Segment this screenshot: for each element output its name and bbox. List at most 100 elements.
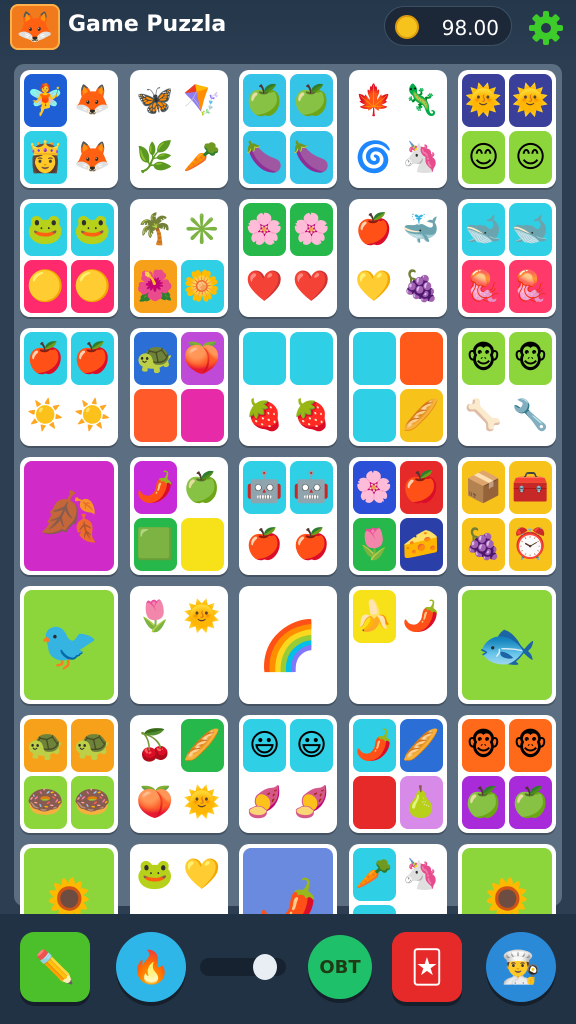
puzzle-tile[interactable] — [352, 389, 396, 442]
puzzle-tile[interactable]: ☀️ — [71, 389, 114, 442]
slider-knob[interactable] — [252, 954, 277, 980]
puzzle-tile[interactable]: 🦄 — [399, 848, 443, 901]
puzzle-tile[interactable]: 💛 — [352, 260, 396, 313]
puzzle-tile[interactable]: 🔧 — [509, 389, 552, 442]
puzzle-tile[interactable]: 🍓 — [290, 389, 333, 442]
puzzle-tile[interactable]: 🍏 — [180, 461, 224, 514]
puzzle-tile[interactable]: 🟩 — [133, 518, 177, 571]
puzzle-tile[interactable]: 🍒 — [133, 719, 177, 772]
puzzle-card[interactable]: 🐵 🐵 🍏 🍏 — [458, 715, 556, 833]
puzzle-tile[interactable] — [180, 389, 224, 442]
flame-button[interactable]: 🔥 — [116, 932, 186, 1002]
puzzle-card[interactable]: 🥖 — [348, 328, 447, 446]
puzzle-tile[interactable] — [352, 647, 396, 700]
puzzle-tile[interactable]: 🌈 — [243, 590, 333, 700]
puzzle-tile[interactable]: 👸 — [24, 131, 67, 184]
puzzle-tile[interactable]: 🦊 — [71, 74, 114, 127]
puzzle-tile[interactable]: 🦊 — [71, 131, 114, 184]
puzzle-tile[interactable]: ☀️ — [24, 389, 67, 442]
puzzle-tile[interactable]: 🌶️ — [352, 719, 396, 772]
puzzle-tile[interactable]: 🍩 — [24, 776, 67, 829]
puzzle-tile[interactable]: 🍇 — [462, 518, 505, 571]
puzzle-card[interactable]: 🐦 — [20, 586, 118, 704]
puzzle-card[interactable]: 🍎 🐳 💛 🍇 — [348, 199, 447, 317]
puzzle-tile[interactable]: 🍏 — [243, 74, 286, 127]
puzzle-card[interactable]: 🍎 🍎 ☀️ ☀️ — [20, 328, 118, 446]
settings-button[interactable] — [526, 8, 566, 48]
puzzle-tile[interactable]: 🌷 — [133, 590, 177, 643]
puzzle-tile[interactable] — [352, 332, 396, 385]
toggle-slider[interactable] — [200, 954, 286, 980]
puzzle-tile[interactable]: 🍠 — [290, 776, 333, 829]
puzzle-tile[interactable]: 🥖 — [180, 719, 224, 772]
puzzle-tile[interactable]: 🦄 — [399, 131, 443, 184]
ok-button[interactable]: OBT — [308, 935, 372, 999]
puzzle-tile[interactable] — [290, 332, 333, 385]
puzzle-tile[interactable]: 😊 — [509, 131, 552, 184]
puzzle-tile[interactable]: 🐵 — [509, 332, 552, 385]
puzzle-tile[interactable]: 🍇 — [399, 260, 443, 313]
puzzle-card[interactable]: 🌸 🌸 ❤️ ❤️ — [239, 199, 337, 317]
puzzle-tile[interactable]: 🍎 — [352, 203, 396, 256]
puzzle-tile[interactable]: 🍏 — [509, 776, 552, 829]
puzzle-tile[interactable]: 🥕 — [352, 848, 396, 901]
puzzle-tile[interactable]: 🌞 — [180, 590, 224, 643]
puzzle-tile[interactable] — [399, 647, 443, 700]
puzzle-tile[interactable] — [399, 332, 443, 385]
puzzle-tile[interactable]: 🌞 — [180, 776, 224, 829]
puzzle-tile[interactable]: 🌞 — [509, 74, 552, 127]
pencil-button[interactable]: ✏️ — [20, 932, 90, 1002]
puzzle-card[interactable]: 🤖 🤖 🍎 🍎 — [239, 457, 337, 575]
puzzle-tile[interactable]: 🍎 — [71, 332, 114, 385]
puzzle-tile[interactable]: 🍎 — [290, 518, 333, 571]
puzzle-tile[interactable]: ✳️ — [180, 203, 224, 256]
puzzle-tile[interactable]: 🪁 — [180, 74, 224, 127]
puzzle-tile[interactable]: 🍏 — [290, 74, 333, 127]
puzzle-tile[interactable]: 🐵 — [462, 719, 505, 772]
puzzle-card[interactable]: 🐋 🐋 🪼 🪼 — [458, 199, 556, 317]
puzzle-tile[interactable] — [133, 389, 177, 442]
puzzle-tile[interactable]: 🌶️ — [133, 461, 177, 514]
puzzle-tile[interactable]: 🌞 — [462, 74, 505, 127]
puzzle-tile[interactable]: 🦴 — [462, 389, 505, 442]
puzzle-tile[interactable]: 🍆 — [290, 131, 333, 184]
puzzle-tile[interactable] — [352, 776, 396, 829]
puzzle-tile[interactable]: 🐋 — [462, 203, 505, 256]
puzzle-tile[interactable]: 🌸 — [243, 203, 286, 256]
puzzle-tile[interactable]: 🐸 — [133, 848, 177, 901]
puzzle-tile[interactable]: 🍩 — [71, 776, 114, 829]
puzzle-tile[interactable]: 🌀 — [352, 131, 396, 184]
puzzle-card[interactable]: 🌈 — [239, 586, 337, 704]
puzzle-tile[interactable]: 🦋 — [133, 74, 177, 127]
chef-button[interactable]: 👨‍🍳 — [486, 932, 556, 1002]
puzzle-card[interactable]: 😃 😃 🍠 🍠 — [239, 715, 337, 833]
puzzle-tile[interactable]: 🍌 — [352, 590, 396, 643]
puzzle-tile[interactable]: 🍎 — [243, 518, 286, 571]
puzzle-card[interactable]: 🍓 🍓 — [239, 328, 337, 446]
puzzle-card[interactable]: 🌞 🌞 😊 😊 — [458, 70, 556, 188]
puzzle-tile[interactable]: 🌿 — [133, 131, 177, 184]
puzzle-tile[interactable]: 🦎 — [399, 74, 443, 127]
puzzle-card[interactable]: 🦋 🪁 🌿 🥕 — [129, 70, 228, 188]
puzzle-tile[interactable]: 🐸 — [71, 203, 114, 256]
puzzle-tile[interactable]: ⏰ — [509, 518, 552, 571]
puzzle-card[interactable]: 🌸 🍎 🌷 🧀 — [348, 457, 447, 575]
puzzle-tile[interactable]: 🐢 — [133, 332, 177, 385]
puzzle-tile[interactable]: 🍠 — [243, 776, 286, 829]
app-logo[interactable]: 🦊 — [10, 4, 60, 50]
puzzle-tile[interactable]: 🥖 — [399, 389, 443, 442]
puzzle-card[interactable]: 📦 🧰 🍇 ⏰ — [458, 457, 556, 575]
puzzle-tile[interactable]: 🌷 — [352, 518, 396, 571]
puzzle-tile[interactable]: 🟡 — [71, 260, 114, 313]
puzzle-card[interactable]: 🍏 🍏 🍆 🍆 — [239, 70, 337, 188]
puzzle-tile[interactable]: 🐢 — [24, 719, 67, 772]
puzzle-card[interactable]: 🌶️ 🥖 🍐 — [348, 715, 447, 833]
puzzle-tile[interactable]: 🍑 — [133, 776, 177, 829]
puzzle-tile[interactable]: 🐦 — [24, 590, 114, 700]
puzzle-tile[interactable]: 🐵 — [462, 332, 505, 385]
puzzle-tile[interactable]: 🤖 — [243, 461, 286, 514]
puzzle-tile[interactable]: 🌸 — [290, 203, 333, 256]
puzzle-tile[interactable]: 🍎 — [399, 461, 443, 514]
card-button[interactable]: 🃏 — [392, 932, 462, 1002]
coin-balance[interactable]: 98.00 — [384, 6, 512, 46]
